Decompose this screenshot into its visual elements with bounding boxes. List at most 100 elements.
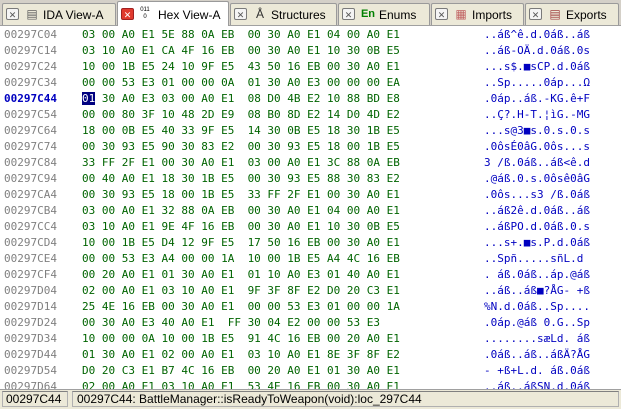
hex-dump-view[interactable]: 00297C04 03 00 A0 E1 5E 88 0A EB 00 30 A0… (0, 27, 621, 393)
hex-row-ascii[interactable]: .0áp.@áß 0.G..Sp (484, 315, 590, 331)
hex-row-address: 00297CC4 (4, 220, 57, 233)
hex-row[interactable]: 00297C94 00 40 A0 E1 18 30 1B E5 00 30 93… (0, 171, 621, 187)
hex-row-bytes[interactable]: 00 00 80 3F 10 48 2D E9 08 B0 8D E2 14 D… (82, 107, 400, 123)
hex-row-bytes[interactable]: 03 00 A0 E1 5E 88 0A EB 00 30 A0 E1 04 0… (82, 27, 400, 43)
hex-row-ascii[interactable]: 3 /ß.0áß..áß<ê.d (484, 155, 590, 171)
hex-row-ascii[interactable]: ..áß..áß■?ÅG- +ß (484, 283, 590, 299)
hex-row-bytes[interactable]: 00 00 53 E3 01 00 00 0A 01 30 A0 E3 00 0… (82, 75, 400, 91)
hex-row-bytes[interactable]: 25 4E 16 EB 00 30 A0 E1 00 00 53 E3 01 0… (82, 299, 400, 315)
hex-row-ascii[interactable]: .0áp..áß.-KG.ê+F (484, 91, 590, 107)
hex-row-bytes[interactable]: 02 00 A0 E1 03 10 A0 E1 9F 3F 8F E2 D0 2… (82, 283, 400, 299)
hex-row[interactable]: 00297CA4 00 30 93 E5 18 00 1B E5 33 FF 2F… (0, 187, 621, 203)
tab-enums[interactable]: ✕ En Enums (338, 3, 430, 25)
hex-row[interactable]: 00297C04 03 00 A0 E1 5E 88 0A EB 00 30 A0… (0, 27, 621, 43)
hex-row-ascii[interactable]: . áß.0áß..áp.@áß (484, 267, 590, 283)
hex-row[interactable]: 00297CF4 00 20 A0 E1 01 30 A0 E1 01 10 A0… (0, 267, 621, 283)
hex-row-bytes[interactable]: 03 00 A0 E1 32 88 0A EB 00 30 A0 E1 04 0… (82, 203, 400, 219)
close-icon[interactable]: ✕ (234, 8, 247, 20)
hex-row-ascii[interactable]: ..áßPO.d.0áß.0.s (484, 219, 590, 235)
hex-row[interactable]: 00297C64 18 00 0B E5 40 33 9F E5 14 30 0B… (0, 123, 621, 139)
hex-row-bytes[interactable]: 10 00 1B E5 24 10 9F E5 43 50 16 EB 00 3… (82, 59, 400, 75)
hex-row-address: 00297C04 (4, 28, 57, 41)
hex-row-address: 00297D34 (4, 332, 57, 345)
hex-row-bytes[interactable]: 18 00 0B E5 40 33 9F E5 14 30 0B E5 18 3… (82, 123, 400, 139)
tab-hex-view-a[interactable]: ✕ 0110 Hex View-A (117, 1, 229, 26)
hex-row-address: 00297C44 (4, 92, 57, 105)
ida-view-icon: ▤ (26, 7, 38, 21)
close-icon[interactable]: ✕ (529, 8, 542, 20)
hex-row-bytes[interactable]: 00 00 53 E3 A4 00 00 1A 10 00 1B E5 A4 4… (82, 251, 400, 267)
hex-row-ascii[interactable]: ..áß-OÄ.d.0áß.0s (484, 43, 590, 59)
close-icon[interactable]: ✕ (342, 8, 355, 20)
hex-row[interactable]: 00297C54 00 00 80 3F 10 48 2D E9 08 B0 8D… (0, 107, 621, 123)
tab-structures[interactable]: ✕ Å Structures (230, 3, 337, 25)
hex-row-bytes[interactable]: 00 20 A0 E1 01 30 A0 E1 01 10 A0 E3 01 4… (82, 267, 400, 283)
hex-row[interactable]: 00297C14 03 10 A0 E1 CA 4F 16 EB 00 30 A0… (0, 43, 621, 59)
hex-row-ascii[interactable]: .@áß.0.s.0ôsê0âG (484, 171, 590, 187)
hex-row-ascii[interactable]: ..áß2ê.d.0áß..áß (484, 203, 590, 219)
hex-row-ascii[interactable]: %N.d.0áß..Sp.... (484, 299, 590, 315)
hex-row[interactable]: 00297D14 25 4E 16 EB 00 30 A0 E1 00 00 53… (0, 299, 621, 315)
hex-row-bytes[interactable]: 01 30 A0 E3 03 00 A0 E1 08 D0 4B E2 10 8… (82, 91, 400, 107)
hex-row-ascii[interactable]: ...s$.■sCP.d.0áß (484, 59, 590, 75)
hex-row-bytes[interactable]: 03 10 A0 E1 9E 4F 16 EB 00 30 A0 E1 10 3… (82, 219, 400, 235)
hex-row-address: 00297D14 (4, 300, 57, 313)
hex-row-bytes[interactable]: 00 40 A0 E1 18 30 1B E5 00 30 93 E5 88 3… (82, 171, 400, 187)
hex-row[interactable]: 00297C34 00 00 53 E3 01 00 00 0A 01 30 A0… (0, 75, 621, 91)
close-icon[interactable]: ✕ (6, 8, 19, 20)
hex-row[interactable]: 00297C24 10 00 1B E5 24 10 9F E5 43 50 16… (0, 59, 621, 75)
hex-row-bytes[interactable]: 00 30 93 E5 90 30 83 E2 00 30 93 E5 18 0… (82, 139, 400, 155)
hex-row-address: 00297C14 (4, 44, 57, 57)
hex-row-bytes[interactable]: D0 20 C3 E1 B7 4C 16 EB 00 20 A0 E1 01 3… (82, 363, 400, 379)
hex-row[interactable]: 00297CB4 03 00 A0 E1 32 88 0A EB 00 30 A0… (0, 203, 621, 219)
hex-row[interactable]: 00297D24 00 30 A0 E3 40 A0 E1 FF 30 04 E2… (0, 315, 621, 331)
status-bar: 00297C44 00297C44: BattleManager::isRead… (0, 389, 621, 409)
hex-row-ascii[interactable]: ...s@3■s.0.s.0.s (484, 123, 590, 139)
hex-row-ascii[interactable]: ...s+.■s.P.d.0áß (484, 235, 590, 251)
hex-row-address: 00297C64 (4, 124, 57, 137)
hex-row[interactable]: 00297CD4 10 00 1B E5 D4 12 9F E5 17 50 16… (0, 235, 621, 251)
hex-row-ascii[interactable]: ........sæLd. áß (484, 331, 590, 347)
tab-exports[interactable]: ✕ ▤ Exports (525, 3, 619, 25)
hex-row-ascii[interactable]: - +ß+L.d. áß.0áß (484, 363, 590, 379)
hex-row-bytes[interactable]: 03 10 A0 E1 CA 4F 16 EB 00 30 A0 E1 10 3… (82, 43, 400, 59)
hex-row-ascii[interactable]: ..Spñ.....sñL.d (484, 251, 583, 267)
hex-row[interactable]: 00297C74 00 30 93 E5 90 30 83 E2 00 30 93… (0, 139, 621, 155)
tab-label: Imports (472, 8, 513, 22)
tab-ida-view-a[interactable]: ✕ ▤ IDA View-A (2, 3, 116, 25)
hex-row-ascii[interactable]: .0ôsÉ0âG.0ôs...s (484, 139, 590, 155)
hex-row-address: 00297C74 (4, 140, 57, 153)
hex-row-address: 00297C94 (4, 172, 57, 185)
tab-label: Structures (271, 8, 326, 22)
hex-row-ascii[interactable]: ..Sp.....0áp...Ω (484, 75, 590, 91)
hex-row[interactable]: 00297CC4 03 10 A0 E1 9E 4F 16 EB 00 30 A0… (0, 219, 621, 235)
structures-icon: Å (255, 7, 264, 21)
hex-row-address: 00297C84 (4, 156, 57, 169)
tab-imports[interactable]: ✕ ▦ Imports (431, 3, 524, 25)
hex-row-address: 00297CD4 (4, 236, 57, 249)
hex-row-bytes[interactable]: 10 00 00 0A 10 00 1B E5 91 4C 16 EB 00 2… (82, 331, 400, 347)
hex-row-ascii[interactable]: ..Ç?.H-T.¦ìG.-MG (484, 107, 590, 123)
hex-row-ascii[interactable]: ..áß^ê.d.0áß..áß (484, 27, 590, 43)
tab-label: Exports (566, 8, 607, 22)
close-icon[interactable]: ✕ (435, 8, 448, 20)
hex-row-bytes[interactable]: 00 30 93 E5 18 00 1B E5 33 FF 2F E1 00 3… (82, 187, 400, 203)
tab-bar: ✕ ▤ IDA View-A ✕ 0110 Hex View-A ✕ Å Str… (0, 0, 621, 26)
hex-row-bytes[interactable]: 00 30 A0 E3 40 A0 E1 FF 30 04 E2 00 00 5… (82, 315, 380, 331)
hex-row[interactable]: 00297C84 33 FF 2F E1 00 30 A0 E1 03 00 A0… (0, 155, 621, 171)
hex-row-ascii[interactable]: .0áß..áß..áßÄ?ÅG (484, 347, 590, 363)
status-address: 00297C44 (2, 391, 68, 407)
hex-row[interactable]: 00297D04 02 00 A0 E1 03 10 A0 E1 9F 3F 8F… (0, 283, 621, 299)
hex-row-ascii[interactable]: .0ôs...s3 /ß.0áß (484, 187, 590, 203)
hex-row[interactable]: 00297CE4 00 00 53 E3 A4 00 00 1A 10 00 1B… (0, 251, 621, 267)
hex-row-bytes[interactable]: 33 FF 2F E1 00 30 A0 E1 03 00 A0 E1 3C 8… (82, 155, 400, 171)
tab-label: Enums (379, 8, 417, 22)
hex-row[interactable]: 00297D54 D0 20 C3 E1 B7 4C 16 EB 00 20 A0… (0, 363, 621, 379)
hex-row[interactable]: 00297D44 01 30 A0 E1 02 00 A0 E1 03 10 A0… (0, 347, 621, 363)
hex-row[interactable]: 00297D34 10 00 00 0A 10 00 1B E5 91 4C 16… (0, 331, 621, 347)
hex-row[interactable]: 00297C44 01 30 A0 E3 03 00 A0 E1 08 D0 4B… (0, 91, 621, 107)
hex-row-address: 00297C54 (4, 108, 57, 121)
close-icon[interactable]: ✕ (121, 8, 134, 20)
hex-row-bytes[interactable]: 10 00 1B E5 D4 12 9F E5 17 50 16 EB 00 3… (82, 235, 400, 251)
hex-row-bytes[interactable]: 01 30 A0 E1 02 00 A0 E1 03 10 A0 E1 8E 3… (82, 347, 400, 363)
